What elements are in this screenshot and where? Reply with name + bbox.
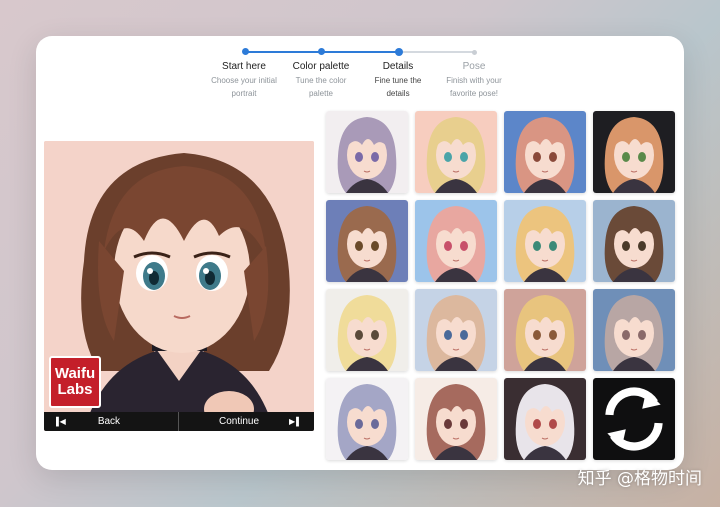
portrait-option-tile[interactable] (504, 200, 586, 282)
portrait-thumbnail (326, 378, 408, 460)
step-dot-3 (395, 48, 403, 56)
portrait-option-tile[interactable] (326, 289, 408, 371)
step-dot-2 (318, 48, 325, 55)
portrait-option-tile[interactable] (504, 378, 586, 460)
step-dot-1 (242, 48, 249, 55)
portrait-thumbnail (504, 289, 586, 371)
portrait-thumbnail (593, 289, 675, 371)
step-desc: Finish with your (446, 76, 502, 85)
portrait-option-tile[interactable] (415, 289, 497, 371)
portrait-option-tile[interactable] (593, 111, 675, 193)
portrait-thumbnail (415, 289, 497, 371)
portrait-thumbnail (504, 111, 586, 193)
step-title: Pose (462, 61, 486, 72)
portrait-thumbnail (415, 200, 497, 282)
portrait-grid (326, 111, 676, 461)
app-card: Start here Choose your initial portrait … (36, 36, 684, 470)
watermark: 知乎 @格物时间 (577, 469, 702, 489)
step-desc: favorite pose! (449, 89, 499, 98)
portrait-option-tile[interactable] (415, 200, 497, 282)
portrait-controls: ▌◀ Back Continue ▶▐ (44, 412, 314, 431)
step-connector (321, 51, 399, 53)
refresh-button[interactable] (593, 378, 675, 460)
portrait-option-tile[interactable] (326, 200, 408, 282)
skip-forward-icon: ▶▐ (289, 417, 299, 426)
selected-portrait: Waifu Labs ▌◀ Back Continue ▶▐ (44, 141, 314, 431)
back-label: Back (97, 416, 121, 427)
continue-label: Continue (219, 416, 260, 427)
step-connector (399, 51, 474, 53)
portrait-option-tile[interactable] (326, 378, 408, 460)
step-connector (246, 51, 321, 53)
portrait-option-tile[interactable] (415, 378, 497, 460)
continue-button[interactable]: Continue ▶▐ (179, 412, 314, 431)
portrait-thumbnail (415, 111, 497, 193)
skip-back-icon: ▌◀ (56, 417, 66, 426)
logo-text: Waifu (54, 365, 96, 382)
portrait-thumbnail (326, 200, 408, 282)
portrait-thumbnail (504, 200, 586, 282)
portrait-option-tile[interactable] (504, 289, 586, 371)
portrait-thumbnail (415, 378, 497, 460)
portrait-thumbnail (326, 289, 408, 371)
portrait-option-tile[interactable] (504, 111, 586, 193)
portrait-option-tile[interactable] (326, 111, 408, 193)
portrait-thumbnail (593, 111, 675, 193)
step-dot-4 (472, 50, 477, 55)
portrait-thumbnail (504, 378, 586, 460)
logo-text: Labs (57, 381, 93, 398)
portrait-option-tile[interactable] (415, 111, 497, 193)
waifu-labs-logo: Waifu Labs (49, 356, 101, 408)
step-pose[interactable]: Pose Finish with your favorite pose! (429, 60, 519, 100)
portrait-thumbnail (593, 200, 675, 282)
refresh-icon (605, 387, 663, 451)
portrait-option-tile[interactable] (593, 200, 675, 282)
back-button[interactable]: ▌◀ Back (44, 412, 179, 431)
portrait-option-tile[interactable] (593, 289, 675, 371)
portrait-thumbnail (326, 111, 408, 193)
